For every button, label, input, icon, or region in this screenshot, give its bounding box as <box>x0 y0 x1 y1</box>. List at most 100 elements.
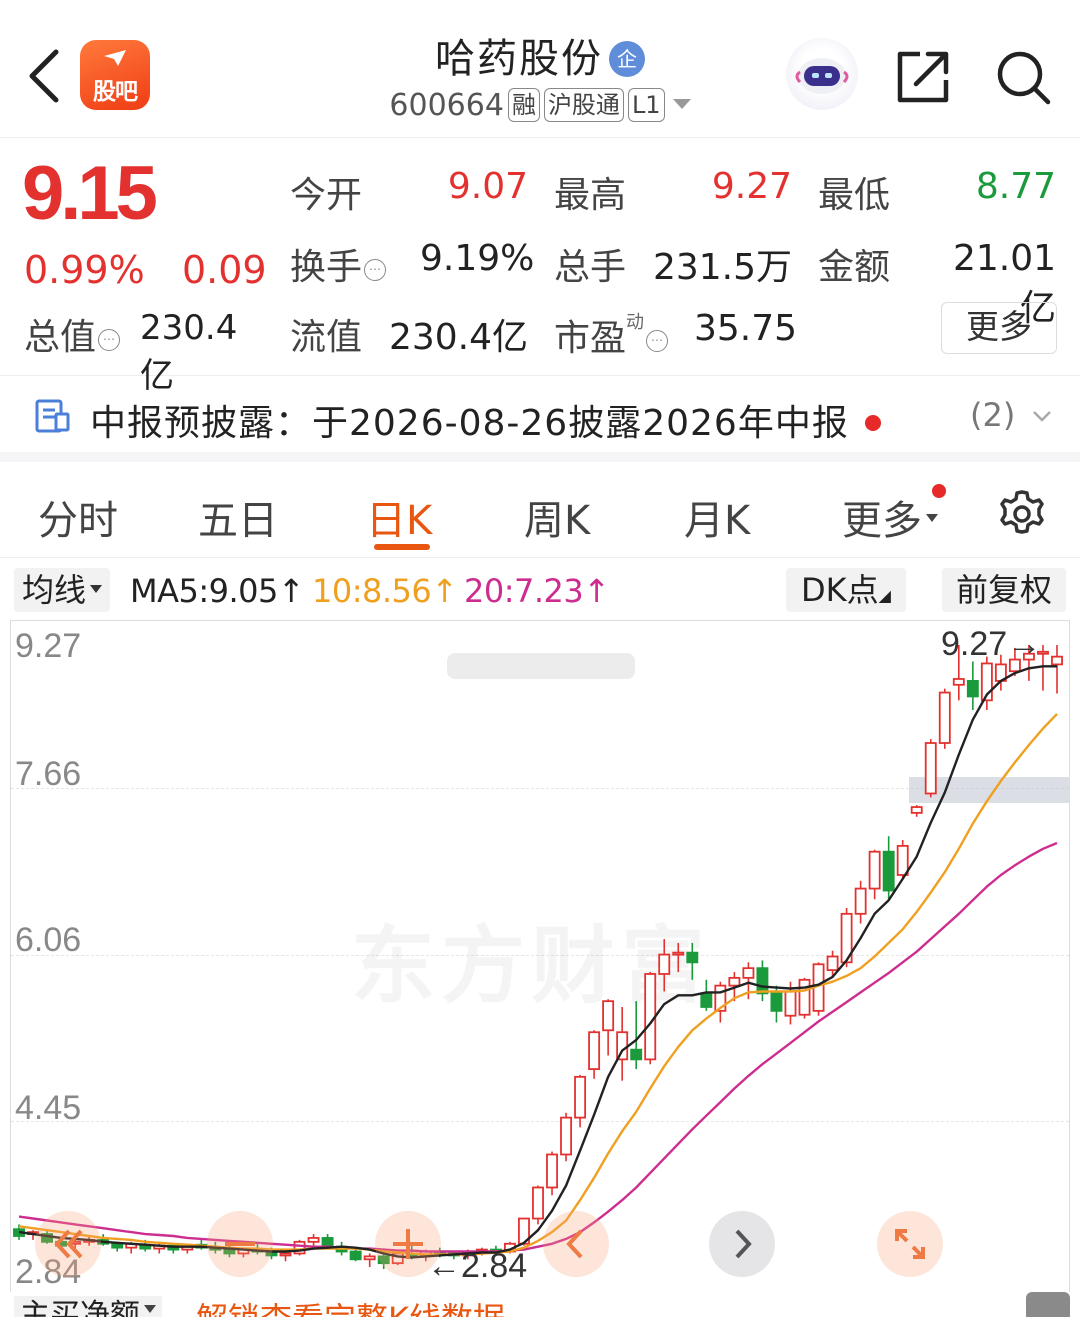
search-icon[interactable] <box>994 48 1052 106</box>
candle-body-up <box>854 887 867 915</box>
candle <box>560 1112 573 1162</box>
y-label-top: 9.27 <box>15 627 82 665</box>
caret-down-icon <box>90 585 103 593</box>
level-tag: L1 <box>627 88 665 122</box>
connect-tag: 沪股通 <box>543 88 624 122</box>
candle <box>938 688 951 749</box>
low-value: 8.77 <box>975 166 1056 207</box>
candle-body-up <box>602 1000 615 1032</box>
plus-icon <box>393 1229 423 1259</box>
active-tab-indicator <box>374 544 430 550</box>
candle <box>966 661 979 711</box>
period-tabs: 分时 五日 日K 周K 月K 更多 <box>0 462 1080 558</box>
corner-triangle-icon: ◢ <box>878 586 891 605</box>
scroll-left-button[interactable] <box>35 1211 101 1277</box>
tab-five-day[interactable]: 五日 <box>198 488 278 546</box>
candle <box>882 836 895 901</box>
candle <box>686 942 699 980</box>
candle <box>574 1074 587 1128</box>
expand-icon <box>895 1229 925 1259</box>
candle <box>756 960 769 1002</box>
unlock-kline-link[interactable]: 解锁查看完整K线数据 <box>196 1294 505 1317</box>
volume-label: 总手 <box>554 247 627 288</box>
tab-intraday[interactable]: 分时 <box>38 488 118 546</box>
candle-body-down <box>700 992 713 1008</box>
tab-more[interactable]: 更多 <box>842 488 938 546</box>
scroll-prev-button[interactable] <box>543 1211 609 1277</box>
document-icon <box>35 399 70 433</box>
chevron-down-icon[interactable] <box>1030 404 1054 428</box>
open-label: 今开 <box>290 175 363 216</box>
ma5-line <box>18 665 1057 1259</box>
turnover-label[interactable]: 换手 ⋯ <box>290 238 387 290</box>
candle-body-up <box>560 1116 573 1156</box>
candle-body-up <box>588 1031 601 1070</box>
candle-body-down <box>966 680 979 698</box>
candle-body-up <box>574 1075 587 1119</box>
low-label: 最低 <box>818 175 891 216</box>
tab-daily-k[interactable]: 日K <box>366 488 432 546</box>
candle-body-down <box>349 1250 362 1261</box>
candle <box>868 849 881 900</box>
kline-chart[interactable]: 东方财富 9.27 7.66 6.06 4.45 2.84 9.27→ ←2.8… <box>10 620 1070 1292</box>
high-value: 9.27 <box>711 166 792 207</box>
pen-icon[interactable] <box>1026 1292 1070 1317</box>
candle <box>546 1151 558 1196</box>
zoom-out-button[interactable] <box>207 1211 273 1277</box>
pe-label[interactable]: 市盈动⋯ <box>554 308 669 361</box>
notice-text: 中报预披露：于2026-08-26披露2026年中报 <box>90 394 881 446</box>
pe-dynamic-sup: 动 <box>626 312 645 333</box>
fullscreen-button[interactable] <box>877 1211 943 1277</box>
tab-weekly-k[interactable]: 周K <box>524 488 590 546</box>
change-percent: 0.99% <box>24 248 145 292</box>
candle <box>672 942 685 973</box>
candle-body-down <box>882 850 895 892</box>
info-icon[interactable]: ⋯ <box>364 259 387 281</box>
ma20-readout: 20:7.23↑ <box>464 572 610 610</box>
zoom-in-button[interactable] <box>375 1211 441 1277</box>
robot-assistant-icon[interactable] <box>786 38 858 110</box>
y-label-4: 4.45 <box>15 1089 82 1127</box>
indicator-bar: 均线 MA5:9.05↑ 10:8.56↑ 20:7.23↑ DK点◢ 前复权 <box>0 560 1080 620</box>
stock-name: 哈药股份 <box>435 36 603 82</box>
candle <box>812 962 825 1016</box>
high-marker-value: 9.27 <box>941 625 1008 663</box>
enterprise-badge-icon: 企 <box>609 41 645 77</box>
candle <box>798 977 811 1019</box>
gear-icon[interactable] <box>996 488 1048 540</box>
ma5-readout: MA5:9.05↑ <box>130 572 305 610</box>
adjust-mode-button[interactable]: 前复权 <box>942 568 1066 612</box>
amount-label: 金额 <box>818 247 891 288</box>
pe-value: 35.75 <box>694 308 798 349</box>
candle-body-up <box>896 844 909 876</box>
tab-monthly-k[interactable]: 月K <box>684 488 750 546</box>
tab-more-label: 更多 <box>842 498 922 544</box>
minus-icon <box>225 1242 255 1246</box>
candle-body-up <box>784 990 797 1017</box>
candle <box>293 1239 306 1256</box>
quote-more-button[interactable]: 更多 <box>941 302 1057 354</box>
candle-body-up <box>658 953 671 975</box>
candle-body-up <box>938 691 951 744</box>
ma-select[interactable]: 均线 <box>14 568 111 612</box>
turnover-label-text: 换手 <box>290 247 363 288</box>
candle-body-down <box>686 951 699 964</box>
flow-select[interactable]: 主买净额 <box>14 1296 162 1317</box>
mktcap-label[interactable]: 总值 ⋯ <box>24 308 121 360</box>
info-icon[interactable]: ⋯ <box>646 330 669 352</box>
margin-tag: 融 <box>507 88 540 122</box>
scroll-next-button[interactable] <box>709 1211 775 1277</box>
unread-dot <box>864 415 881 431</box>
candle-body-up <box>363 1255 376 1261</box>
high-label: 最高 <box>554 175 627 216</box>
info-icon[interactable]: ⋯ <box>98 329 121 351</box>
candle-body-up <box>952 678 965 686</box>
share-icon[interactable] <box>896 48 952 104</box>
candle <box>658 939 671 992</box>
dk-point-button[interactable]: DK点◢ <box>786 568 906 612</box>
candle <box>588 1030 601 1079</box>
header: 股吧 哈药股份企 600664 融沪股通 L1 <box>0 0 1080 138</box>
earnings-notice[interactable]: 中报预披露：于2026-08-26披露2026年中报 (2) <box>0 376 1080 462</box>
notice-text-content: 中报预披露：于2026-08-26披露2026年中报 <box>90 403 849 444</box>
candle-body-up <box>546 1153 558 1189</box>
